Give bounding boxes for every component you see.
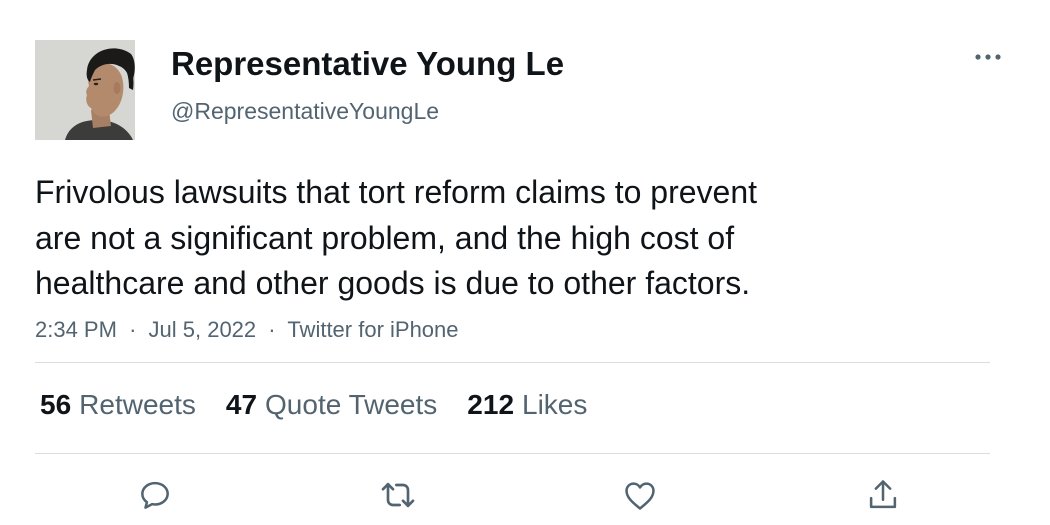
engagement-stats: 56 Retweets 47 Quote Tweets 212 Likes <box>40 387 617 423</box>
share-icon <box>869 480 897 509</box>
retweet-icon <box>381 482 415 508</box>
like-button[interactable] <box>615 470 665 520</box>
more-icon <box>975 54 1001 60</box>
tweet-text-line: are not a significant problem, and the h… <box>35 219 735 256</box>
retweets-count: 56 <box>40 389 72 420</box>
tweet-actions <box>0 470 1050 520</box>
divider <box>35 453 990 454</box>
likes-count: 212 <box>467 389 515 420</box>
more-options-button[interactable] <box>968 42 1008 72</box>
avatar[interactable] <box>35 40 135 140</box>
quote-tweets-label: Quote Tweets <box>265 389 438 420</box>
quote-tweets-stat[interactable]: 47 Quote Tweets <box>226 389 437 421</box>
retweets-stat[interactable]: 56 Retweets <box>40 389 196 421</box>
display-name[interactable]: Representative Young Le <box>171 44 564 84</box>
meta-separator: · <box>129 317 137 342</box>
quote-tweets-count: 47 <box>225 389 258 420</box>
meta-separator: · <box>268 317 276 342</box>
tweet-text: Frivolous lawsuits that tort reform clai… <box>35 170 935 307</box>
reply-icon <box>141 481 169 509</box>
user-handle[interactable]: @RepresentativeYoungLe <box>171 97 439 125</box>
tweet-metadata: 2:34 PM · Jul 5, 2022 · Twitter for iPho… <box>35 316 459 344</box>
profile-photo-icon <box>35 40 135 140</box>
reply-button[interactable] <box>130 470 180 520</box>
tweet-text-line: Frivolous lawsuits that tort reform clai… <box>35 174 758 210</box>
share-button[interactable] <box>858 470 908 520</box>
retweet-button[interactable] <box>373 470 423 520</box>
divider <box>35 362 990 363</box>
tweet-date[interactable]: Jul 5, 2022 <box>149 317 257 342</box>
likes-label: Likes <box>522 389 588 420</box>
retweets-label: Retweets <box>79 389 196 420</box>
likes-stat[interactable]: 212 Likes <box>467 389 587 421</box>
heart-icon <box>625 482 655 510</box>
tweet-time[interactable]: 2:34 PM <box>35 317 117 342</box>
tweet-source[interactable]: Twitter for iPhone <box>287 317 458 342</box>
tweet-text-line: healthcare and other goods is due to oth… <box>35 265 751 301</box>
